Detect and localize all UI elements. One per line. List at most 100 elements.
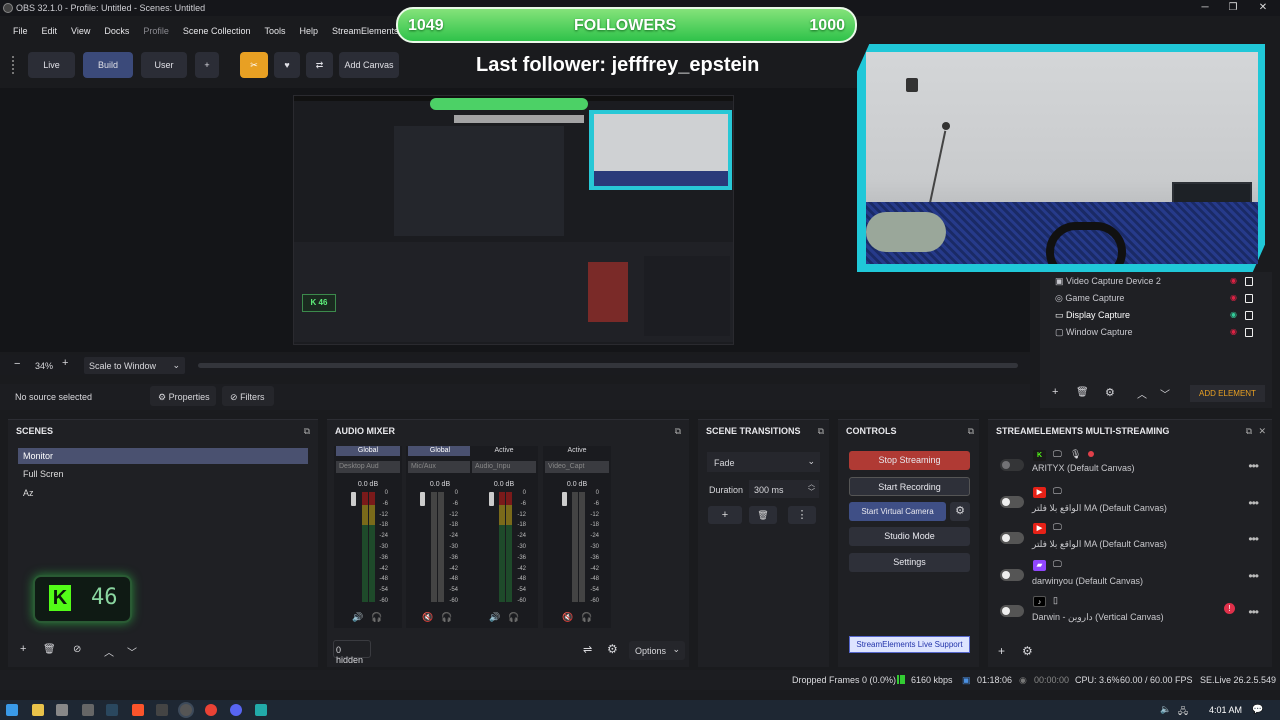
menu-profile[interactable]: Profile bbox=[136, 22, 176, 40]
volume-fader[interactable] bbox=[489, 492, 494, 506]
live-button[interactable]: Live bbox=[28, 52, 75, 78]
settings-button[interactable]: Settings bbox=[849, 553, 970, 572]
trash-icon[interactable]: 🗑 bbox=[43, 644, 56, 655]
stream-row[interactable]: ▶ 🖵 الواقع بلا فلتر MA (Default Canvas) … bbox=[996, 484, 1266, 520]
stream-toggle[interactable] bbox=[1000, 496, 1024, 508]
menu-streamelements[interactable]: StreamElements bbox=[325, 22, 406, 40]
menu-edit[interactable]: Edit bbox=[35, 22, 65, 40]
menu-file[interactable]: File bbox=[6, 22, 35, 40]
scene-item-az[interactable]: Az bbox=[18, 485, 308, 501]
steam-icon[interactable] bbox=[106, 704, 118, 716]
preview-scrollbar[interactable] bbox=[198, 363, 1018, 368]
menu-tools[interactable]: Tools bbox=[257, 22, 292, 40]
scissors-icon[interactable]: ✂ bbox=[240, 52, 268, 78]
gear-icon[interactable]: ⚙ bbox=[607, 642, 618, 656]
more-options-icon[interactable]: ••• bbox=[1248, 532, 1259, 546]
add-destination-icon[interactable]: + bbox=[998, 644, 1005, 658]
user-button[interactable]: User bbox=[141, 52, 187, 78]
lock-icon[interactable] bbox=[1245, 328, 1253, 337]
obs-icon[interactable] bbox=[180, 704, 192, 716]
app-icon[interactable] bbox=[156, 704, 168, 716]
start-recording-button[interactable]: Start Recording bbox=[849, 477, 970, 496]
add-canvas-button[interactable]: Add Canvas bbox=[339, 52, 399, 78]
trash-icon[interactable]: 🗑 bbox=[749, 506, 777, 524]
properties-button[interactable]: ⚙ Properties bbox=[150, 386, 216, 406]
more-options-icon[interactable]: ••• bbox=[1248, 605, 1259, 619]
app-icon[interactable] bbox=[255, 704, 267, 716]
scene-item-monitor[interactable]: Monitor bbox=[18, 448, 308, 464]
channel-device-select[interactable]: Mic/Aux bbox=[408, 461, 472, 473]
visibility-hidden-icon[interactable]: ◉ bbox=[1230, 276, 1240, 286]
channel-device-select[interactable]: Video_Capt bbox=[545, 461, 609, 473]
trash-icon[interactable]: 🗑 bbox=[1076, 387, 1089, 398]
zoom-in-button[interactable]: + bbox=[62, 357, 68, 369]
move-down-icon[interactable]: ﹀ bbox=[127, 644, 137, 659]
windows-start-icon[interactable] bbox=[6, 704, 18, 716]
stop-streaming-button[interactable]: Stop Streaming bbox=[849, 451, 970, 470]
headphones-icon[interactable]: 🎧 bbox=[441, 612, 452, 623]
source-display-capture[interactable]: ▭ Display Capture bbox=[1055, 308, 1130, 322]
stream-row[interactable]: ♪ ▯ ! Darwin - داروين (Vertical Canvas) … bbox=[996, 593, 1266, 629]
visibility-hidden-icon[interactable]: ◉ bbox=[1230, 327, 1240, 337]
gear-icon[interactable]: ⚙ bbox=[1022, 644, 1033, 658]
speaker-muted-icon[interactable]: 🔇 bbox=[562, 612, 573, 623]
more-options-icon[interactable]: ••• bbox=[1248, 569, 1259, 583]
maximize-button[interactable]: ❐ bbox=[1218, 0, 1248, 16]
menu-scene-collection[interactable]: Scene Collection bbox=[176, 22, 258, 40]
brave-icon[interactable] bbox=[132, 704, 144, 716]
headphones-icon[interactable]: 🎧 bbox=[508, 612, 519, 623]
stream-toggle[interactable] bbox=[1000, 569, 1024, 581]
volume-fader[interactable] bbox=[420, 492, 425, 506]
chrome-icon[interactable] bbox=[205, 704, 217, 716]
dock-float-icon[interactable]: ⧉ bbox=[304, 426, 310, 437]
source-window-capture[interactable]: ▢ Window Capture bbox=[1055, 325, 1133, 339]
discord-icon[interactable] bbox=[230, 704, 242, 716]
stream-row[interactable]: ▰ 🖵 darwinyou (Default Canvas) ••• bbox=[996, 557, 1266, 593]
speaker-icon[interactable]: 🔊 bbox=[489, 612, 500, 623]
heart-icon[interactable]: ♥ bbox=[274, 52, 300, 78]
stream-row[interactable]: ▶ 🖵 الواقع بلا فلتر MA (Default Canvas) … bbox=[996, 520, 1266, 556]
stream-toggle[interactable] bbox=[1000, 605, 1024, 617]
add-element-button[interactable]: ADD ELEMENT bbox=[1190, 385, 1265, 402]
mixer-layout-icon[interactable]: ⇌ bbox=[583, 643, 592, 656]
hidden-count[interactable]: 0 hidden bbox=[333, 640, 371, 665]
notifications-icon[interactable]: 💬 bbox=[1252, 704, 1263, 715]
speaker-icon[interactable]: 🔊 bbox=[352, 612, 363, 623]
stream-row[interactable]: K 🖵 🎙 ARITYX (Default Canvas) ••• bbox=[996, 447, 1266, 483]
gear-icon[interactable]: ⚙ bbox=[1105, 386, 1115, 399]
more-options-icon[interactable]: ••• bbox=[1248, 496, 1259, 510]
share-icon[interactable]: ⇄ bbox=[306, 52, 333, 78]
volume-fader[interactable] bbox=[351, 492, 356, 506]
scale-mode-select[interactable]: Scale to Window ⌄ bbox=[84, 357, 185, 374]
transition-select[interactable]: Fade ⌄ bbox=[707, 452, 820, 472]
more-options-icon[interactable]: ⋮ bbox=[788, 506, 816, 524]
filter-icon[interactable]: ⊘ bbox=[73, 644, 81, 655]
dock-float-icon[interactable]: ⧉ bbox=[1246, 426, 1252, 437]
dock-float-icon[interactable]: ⧉ bbox=[818, 426, 824, 437]
close-button[interactable]: ✕ bbox=[1248, 0, 1278, 16]
volume-icon[interactable]: 🔈 bbox=[1160, 704, 1171, 715]
channel-device-select[interactable]: Audio_Inpu bbox=[472, 461, 536, 473]
live-support-button[interactable]: StreamElements Live Support bbox=[849, 636, 970, 653]
visibility-hidden-icon[interactable]: ◉ bbox=[1230, 293, 1240, 303]
filters-button[interactable]: ⊘ Filters bbox=[222, 386, 274, 406]
visibility-visible-icon[interactable]: ◉ bbox=[1230, 310, 1240, 320]
lock-icon[interactable] bbox=[1245, 294, 1253, 303]
lock-icon[interactable] bbox=[1245, 277, 1253, 286]
studio-mode-button[interactable]: Studio Mode bbox=[849, 527, 970, 546]
move-up-icon[interactable]: ︿ bbox=[104, 644, 114, 659]
dock-float-icon[interactable]: ⧉ bbox=[968, 426, 974, 437]
network-icon[interactable]: 🖧 bbox=[1178, 704, 1188, 720]
scene-item-full-scren[interactable]: Full Scren bbox=[18, 466, 308, 482]
add-scene-icon[interactable]: + bbox=[20, 643, 26, 655]
add-source-icon[interactable]: + bbox=[1052, 386, 1058, 398]
close-icon[interactable]: ✕ bbox=[1258, 426, 1266, 437]
headphones-icon[interactable]: 🎧 bbox=[371, 612, 382, 623]
start-virtual-camera-button[interactable]: Start Virtual Camera bbox=[849, 502, 946, 521]
gear-icon[interactable]: ⚙ bbox=[950, 502, 970, 521]
volume-fader[interactable] bbox=[562, 492, 567, 506]
speaker-muted-icon[interactable]: 🔇 bbox=[422, 612, 433, 623]
warning-icon[interactable]: ! bbox=[1224, 603, 1235, 614]
build-button[interactable]: Build bbox=[83, 52, 133, 78]
folder-icon[interactable] bbox=[32, 704, 44, 716]
